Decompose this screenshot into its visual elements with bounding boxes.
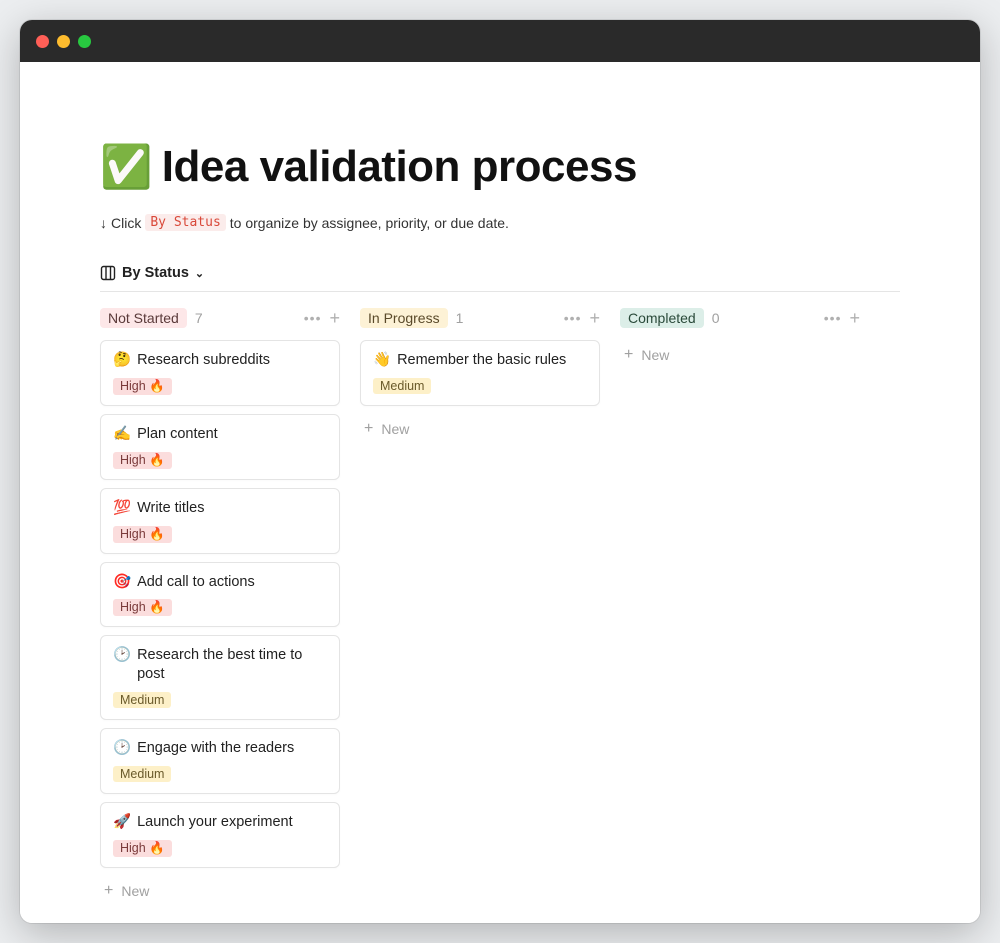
card[interactable]: 🎯 Add call to actions High 🔥 bbox=[100, 562, 340, 628]
column-header: Completed 0 ••• + bbox=[620, 308, 860, 328]
plus-icon: + bbox=[624, 346, 633, 364]
priority-tag: High 🔥 bbox=[113, 526, 172, 543]
add-card-button[interactable]: + bbox=[329, 309, 340, 327]
column-count: 0 bbox=[712, 310, 720, 326]
priority-tag: High 🔥 bbox=[113, 840, 172, 857]
page-subtitle: ↓ Click By Status to organize by assigne… bbox=[100, 214, 900, 231]
card[interactable]: 🕑 Engage with the readers Medium bbox=[100, 728, 340, 794]
app-window: ✅ Idea validation process ↓ Click By Sta… bbox=[20, 20, 980, 923]
column-actions: ••• + bbox=[824, 309, 860, 327]
page-content: ✅ Idea validation process ↓ Click By Sta… bbox=[20, 62, 980, 923]
card-title: Engage with the readers bbox=[137, 739, 294, 758]
card-emoji: 🤔 bbox=[113, 351, 131, 370]
column-completed: Completed 0 ••• + + New bbox=[620, 308, 860, 906]
card-emoji: 🎯 bbox=[113, 573, 131, 592]
priority-tag: High 🔥 bbox=[113, 378, 172, 395]
plus-icon: + bbox=[104, 882, 113, 900]
card-title: Add call to actions bbox=[137, 573, 255, 592]
priority-tag: Medium bbox=[373, 378, 431, 394]
column-label[interactable]: Completed bbox=[620, 308, 704, 328]
priority-tag: Medium bbox=[113, 766, 171, 782]
board-icon bbox=[100, 265, 116, 281]
add-card-button[interactable]: + bbox=[589, 309, 600, 327]
new-card-button[interactable]: + New bbox=[100, 876, 340, 906]
subtitle-post: to organize by assignee, priority, or du… bbox=[230, 215, 509, 231]
card-emoji: 🕑 bbox=[113, 646, 131, 665]
card[interactable]: 💯 Write titles High 🔥 bbox=[100, 488, 340, 554]
page-title-text[interactable]: Idea validation process bbox=[162, 142, 637, 192]
new-label: New bbox=[641, 347, 669, 363]
page-emoji[interactable]: ✅ bbox=[100, 146, 152, 188]
priority-tag: Medium bbox=[113, 692, 171, 708]
card-emoji: 🕑 bbox=[113, 739, 131, 758]
new-card-button[interactable]: + New bbox=[360, 414, 600, 444]
more-icon[interactable]: ••• bbox=[824, 310, 842, 326]
column-label[interactable]: In Progress bbox=[360, 308, 448, 328]
column-in_progress: In Progress 1 ••• + 👋 Remember the basic rule… bbox=[360, 308, 600, 906]
subtitle-pre: Click bbox=[111, 215, 141, 231]
column-actions: ••• + bbox=[304, 309, 340, 327]
card-title: Plan content bbox=[137, 425, 218, 444]
maximize-window-button[interactable] bbox=[78, 35, 91, 48]
close-window-button[interactable] bbox=[36, 35, 49, 48]
column-count: 7 bbox=[195, 310, 203, 326]
subtitle-code: By Status bbox=[145, 214, 225, 231]
add-card-button[interactable]: + bbox=[849, 309, 860, 327]
column-count: 1 bbox=[456, 310, 464, 326]
page-title: ✅ Idea validation process bbox=[100, 142, 900, 192]
card-title: Research subreddits bbox=[137, 351, 270, 370]
minimize-window-button[interactable] bbox=[57, 35, 70, 48]
column-actions: ••• + bbox=[564, 309, 600, 327]
card-title: Launch your experiment bbox=[137, 813, 293, 832]
new-card-button[interactable]: + New bbox=[620, 340, 860, 370]
card-title: Remember the basic rules bbox=[397, 351, 566, 370]
column-not_started: Not Started 7 ••• + 🤔 Research subreddits High… bbox=[100, 308, 340, 906]
kanban-board: Not Started 7 ••• + 🤔 Research subreddits High… bbox=[100, 292, 900, 906]
more-icon[interactable]: ••• bbox=[564, 310, 582, 326]
column-header: In Progress 1 ••• + bbox=[360, 308, 600, 328]
titlebar bbox=[20, 20, 980, 62]
view-switcher[interactable]: By Status ⌄ bbox=[100, 265, 900, 292]
column-label[interactable]: Not Started bbox=[100, 308, 187, 328]
card-emoji: 🚀 bbox=[113, 813, 131, 832]
card[interactable]: 🕑 Research the best time to post Medium bbox=[100, 635, 340, 720]
card[interactable]: 🚀 Launch your experiment High 🔥 bbox=[100, 802, 340, 868]
card[interactable]: 🤔 Research subreddits High 🔥 bbox=[100, 340, 340, 406]
chevron-down-icon: ⌄ bbox=[195, 267, 204, 280]
more-icon[interactable]: ••• bbox=[304, 310, 322, 326]
card[interactable]: 👋 Remember the basic rules Medium bbox=[360, 340, 600, 406]
card-emoji: 👋 bbox=[373, 351, 391, 370]
down-arrow-icon: ↓ bbox=[100, 215, 107, 231]
priority-tag: High 🔥 bbox=[113, 452, 172, 469]
new-label: New bbox=[121, 883, 149, 899]
column-header: Not Started 7 ••• + bbox=[100, 308, 340, 328]
card-emoji: ✍️ bbox=[113, 425, 131, 444]
view-label: By Status bbox=[122, 265, 189, 281]
priority-tag: High 🔥 bbox=[113, 599, 172, 616]
plus-icon: + bbox=[364, 420, 373, 438]
card-title: Write titles bbox=[137, 499, 204, 518]
card-emoji: 💯 bbox=[113, 499, 131, 518]
new-label: New bbox=[381, 421, 409, 437]
card[interactable]: ✍️ Plan content High 🔥 bbox=[100, 414, 340, 480]
card-title: Research the best time to post bbox=[137, 646, 327, 684]
